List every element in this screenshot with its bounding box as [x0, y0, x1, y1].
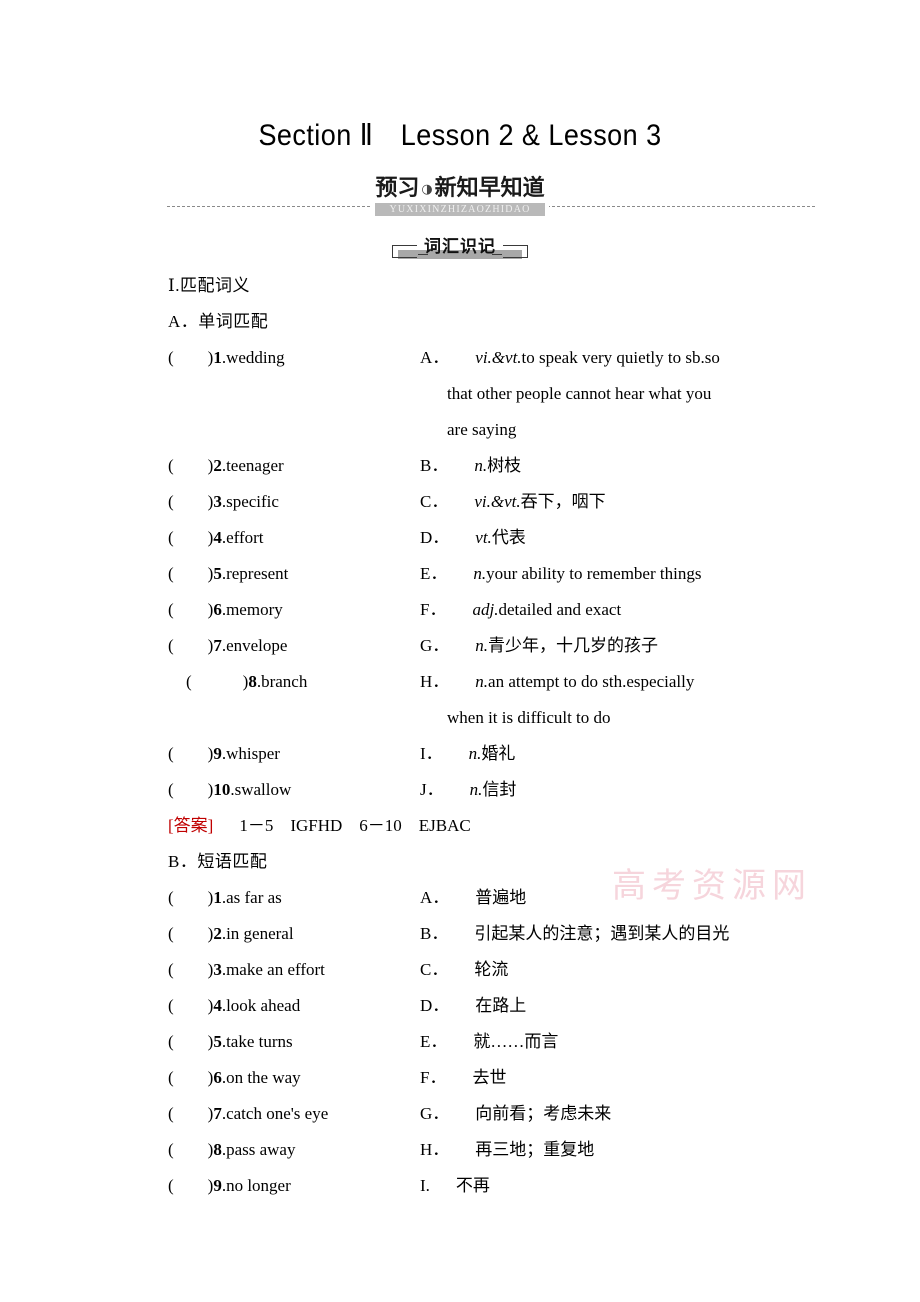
phrase-item-7[interactable]: ( )7.catch one's eye — [168, 1096, 328, 1132]
word-item-3[interactable]: ( )3.specific — [168, 484, 279, 520]
definition-f: F． adj.detailed and exact — [420, 600, 622, 619]
meaning-c: C． 轮流 — [420, 960, 509, 979]
match-row: ( )1.as far as A． 普遍地 — [0, 880, 920, 916]
phrase-item-2[interactable]: ( )2.in general — [168, 916, 294, 952]
word-item-5[interactable]: ( )5.represent — [168, 556, 288, 592]
meaning-h: H． 再三地；重复地 — [420, 1140, 595, 1159]
match-row: ( )9.no longer I. 不再 — [0, 1168, 920, 1204]
match-row: ( )3.make an effort C． 轮流 — [0, 952, 920, 988]
meaning-d: D． 在路上 — [420, 996, 527, 1015]
match-row: ( )8.branch H． n.an attempt to do sth.esp… — [0, 664, 920, 700]
word-item-4[interactable]: ( )4.effort — [168, 520, 264, 556]
meaning-g: G． 向前看；考虑未来 — [420, 1104, 612, 1123]
match-row: ( )7.envelope G． n.青少年，十几岁的孩子 — [0, 628, 920, 664]
match-row: ( )5.take turns E． 就……而言 — [0, 1024, 920, 1060]
match-row: ( )6.memory F． adj.detailed and exact — [0, 592, 920, 628]
meaning-e: E． 就……而言 — [420, 1032, 559, 1051]
match-row: ( )4.look ahead D． 在路上 — [0, 988, 920, 1024]
match-row: ( )10.swallow J． n.信封 — [0, 772, 920, 808]
word-item-8[interactable]: ( )8.branch — [186, 664, 307, 700]
match-row: ( )2.teenager B． n.树枝 — [0, 448, 920, 484]
bracket-right-icon — [503, 245, 528, 258]
definition-d: D． vt.代表 — [420, 528, 526, 547]
word-item-6[interactable]: ( )6.memory — [168, 592, 283, 628]
definition-j: J． n.信封 — [420, 780, 517, 799]
content-body: Ⅰ.匹配词义 A．单词匹配 ( )1.wedding A． vi.&vt.to s… — [0, 268, 920, 1204]
match-row: ( )4.effort D． vt.代表 — [0, 520, 920, 556]
definition-g: G． n.青少年，十几岁的孩子 — [420, 636, 659, 655]
part-a-heading: A．单词匹配 — [168, 312, 269, 331]
bracket-left-icon — [392, 245, 417, 258]
definition-h-cont: when it is difficult to do — [447, 708, 611, 727]
word-item-2[interactable]: ( )2.teenager — [168, 448, 284, 484]
definition-i: I． n.婚礼 — [420, 744, 516, 763]
match-row: when it is difficult to do — [0, 700, 920, 736]
match-row: are saying — [0, 412, 920, 448]
section-heading-i: Ⅰ.匹配词义 — [168, 276, 250, 295]
definition-e: E． n.your ability to remember things — [420, 564, 702, 583]
match-row: ( )2.in general B． 引起某人的注意；遇到某人的目光 — [0, 916, 920, 952]
match-row: ( )3.specific C． vi.&vt.吞下，咽下 — [0, 484, 920, 520]
match-row: that other people cannot hear what you — [0, 376, 920, 412]
banner-title: 预习 ◑新知早知道 — [375, 176, 544, 202]
subbanner-label: 词汇识记 — [424, 237, 496, 257]
match-row: ( )5.represent E． n.your ability to remem… — [0, 556, 920, 592]
word-item-9[interactable]: ( )9.whisper — [168, 736, 280, 772]
answer-line-a: [答案] 1－5 IGFHD 6－10 EJBAC — [0, 808, 920, 844]
definition-b: B． n.树枝 — [420, 456, 522, 475]
banner-pinyin: YUXIXINZHIZAOZHIDAO — [375, 203, 545, 216]
word-item-1[interactable]: ( )1.wedding — [168, 340, 285, 376]
word-item-7[interactable]: ( )7.envelope — [168, 628, 287, 664]
phrase-item-9[interactable]: ( )9.no longer — [168, 1168, 291, 1204]
definition-a: A． vi.&vt.to speak very quietly to sb.so — [420, 348, 720, 367]
meaning-a: A． 普遍地 — [420, 888, 527, 907]
phrase-item-5[interactable]: ( )5.take turns — [168, 1024, 293, 1060]
answer-text: 1－5 IGFHD 6－10 EJBAC — [239, 816, 471, 835]
definition-h: H． n.an attempt to do sth.especially — [420, 672, 695, 691]
part-b-heading: B．短语匹配 — [168, 852, 268, 871]
vocabulary-subbanner: 词汇识记 — [0, 233, 920, 261]
definition-c: C． vi.&vt.吞下，咽下 — [420, 492, 606, 511]
phrase-item-6[interactable]: ( )6.on the way — [168, 1060, 301, 1096]
match-row: ( )7.catch one's eye G． 向前看；考虑未来 — [0, 1096, 920, 1132]
banner-label-sub: 新知早知道 — [434, 176, 545, 201]
match-row: ( )9.whisper I． n.婚礼 — [0, 736, 920, 772]
phrase-item-3[interactable]: ( )3.make an effort — [168, 952, 325, 988]
banner-separator-icon: ◑ — [421, 182, 433, 197]
banner-label-main: 预习 — [375, 176, 420, 201]
meaning-b: B． 引起某人的注意；遇到某人的目光 — [420, 924, 730, 943]
meaning-i: I. 不再 — [420, 1176, 490, 1195]
definition-a-cont-2: are saying — [447, 420, 517, 439]
definition-a-cont-1: that other people cannot hear what you — [447, 384, 712, 403]
page-title: Section Ⅱ Lesson 2 & Lesson 3 — [258, 119, 662, 152]
phrase-item-8[interactable]: ( )8.pass away — [168, 1132, 295, 1168]
word-item-10[interactable]: ( )10.swallow — [168, 772, 291, 808]
phrase-item-1[interactable]: ( )1.as far as — [168, 880, 282, 916]
match-row: ( )6.on the way F． 去世 — [0, 1060, 920, 1096]
match-row: ( )8.pass away H． 再三地；重复地 — [0, 1132, 920, 1168]
phrase-item-4[interactable]: ( )4.look ahead — [168, 988, 300, 1024]
preview-banner: 预习 ◑新知早知道 YUXIXINZHIZAOZHIDAO — [0, 176, 920, 222]
match-row: ( )1.wedding A． vi.&vt.to speak very quie… — [0, 340, 920, 376]
answer-tag: [答案] — [168, 816, 214, 835]
meaning-f: F． 去世 — [420, 1068, 507, 1087]
